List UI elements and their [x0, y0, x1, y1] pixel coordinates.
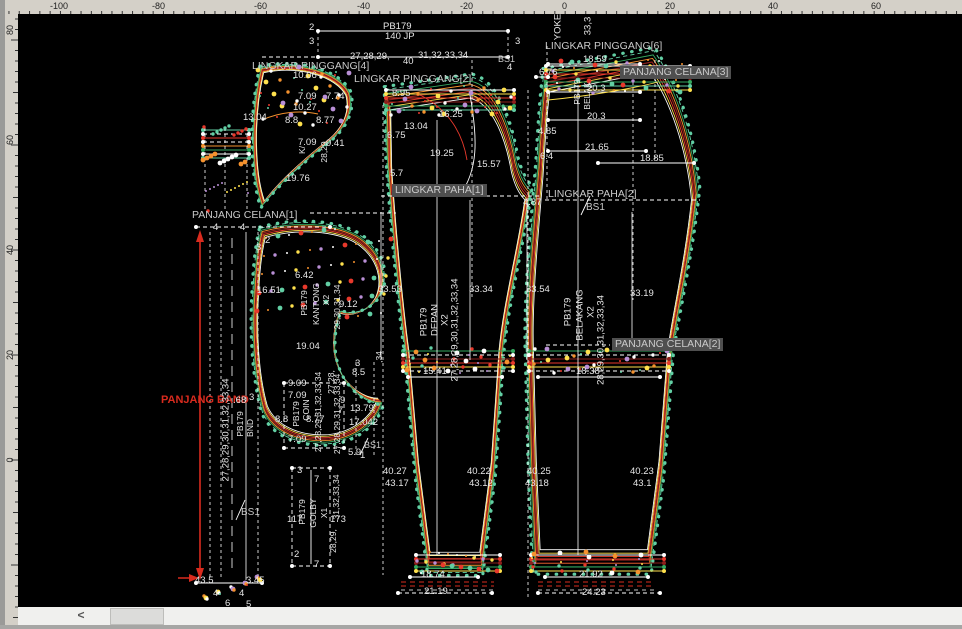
ruler-tick-label: 60 — [871, 1, 881, 11]
dimension-lines — [194, 29, 700, 595]
scroll-left-button[interactable]: < — [66, 608, 96, 624]
window-bottom-edge — [0, 625, 962, 629]
cad-window: -100-80-60-40-200204060 806040200 LINGKA… — [0, 0, 962, 629]
drawing-canvas[interactable] — [18, 14, 962, 607]
scroll-left-arrow-icon: < — [77, 608, 84, 622]
ruler-tick-label: 20 — [5, 350, 15, 360]
scrollbar-thumb[interactable] — [110, 608, 164, 625]
pattern-piece-pocket — [251, 221, 385, 445]
red-measure-arrow — [178, 230, 204, 582]
horizontal-scrollbar[interactable]: < — [18, 607, 962, 625]
ruler-tick-label: -20 — [460, 1, 473, 11]
pattern-piece-back-leg — [525, 47, 700, 574]
size-grading-bands — [201, 64, 692, 590]
ruler-tick-label: -100 — [50, 1, 68, 11]
pattern-piece-waistband-curve — [252, 64, 352, 208]
grading-dots — [201, 59, 689, 601]
top-ruler: -100 -80 -60 -40 -20 0 20 40 60 — [5, 0, 962, 15]
seam-detail-curves — [262, 82, 658, 195]
ruler-tick-label: -60 — [254, 1, 267, 11]
ruler-tick-label: 40 — [768, 1, 778, 11]
ruler-tick-label: 20 — [665, 1, 675, 11]
top-ruler-ticks: -100 -80 -60 -40 -20 0 20 40 60 — [5, 0, 962, 14]
pattern-scene — [18, 14, 962, 607]
left-ruler: 80 60 40 20 0 — [5, 14, 19, 625]
left-ruler-ticks: 80 60 40 20 0 — [5, 14, 18, 625]
ruler-tick-label: 0 — [5, 457, 15, 462]
ruler-tick-label: 0 — [562, 1, 567, 11]
pattern-piece-front-leg — [384, 74, 532, 575]
ruler-tick-label: 40 — [5, 245, 15, 255]
ruler-tick-label: -40 — [357, 1, 370, 11]
ruler-tick-label: 80 — [5, 25, 15, 35]
ruler-tick-label: -80 — [152, 1, 165, 11]
ruler-tick-label: 60 — [5, 135, 15, 145]
